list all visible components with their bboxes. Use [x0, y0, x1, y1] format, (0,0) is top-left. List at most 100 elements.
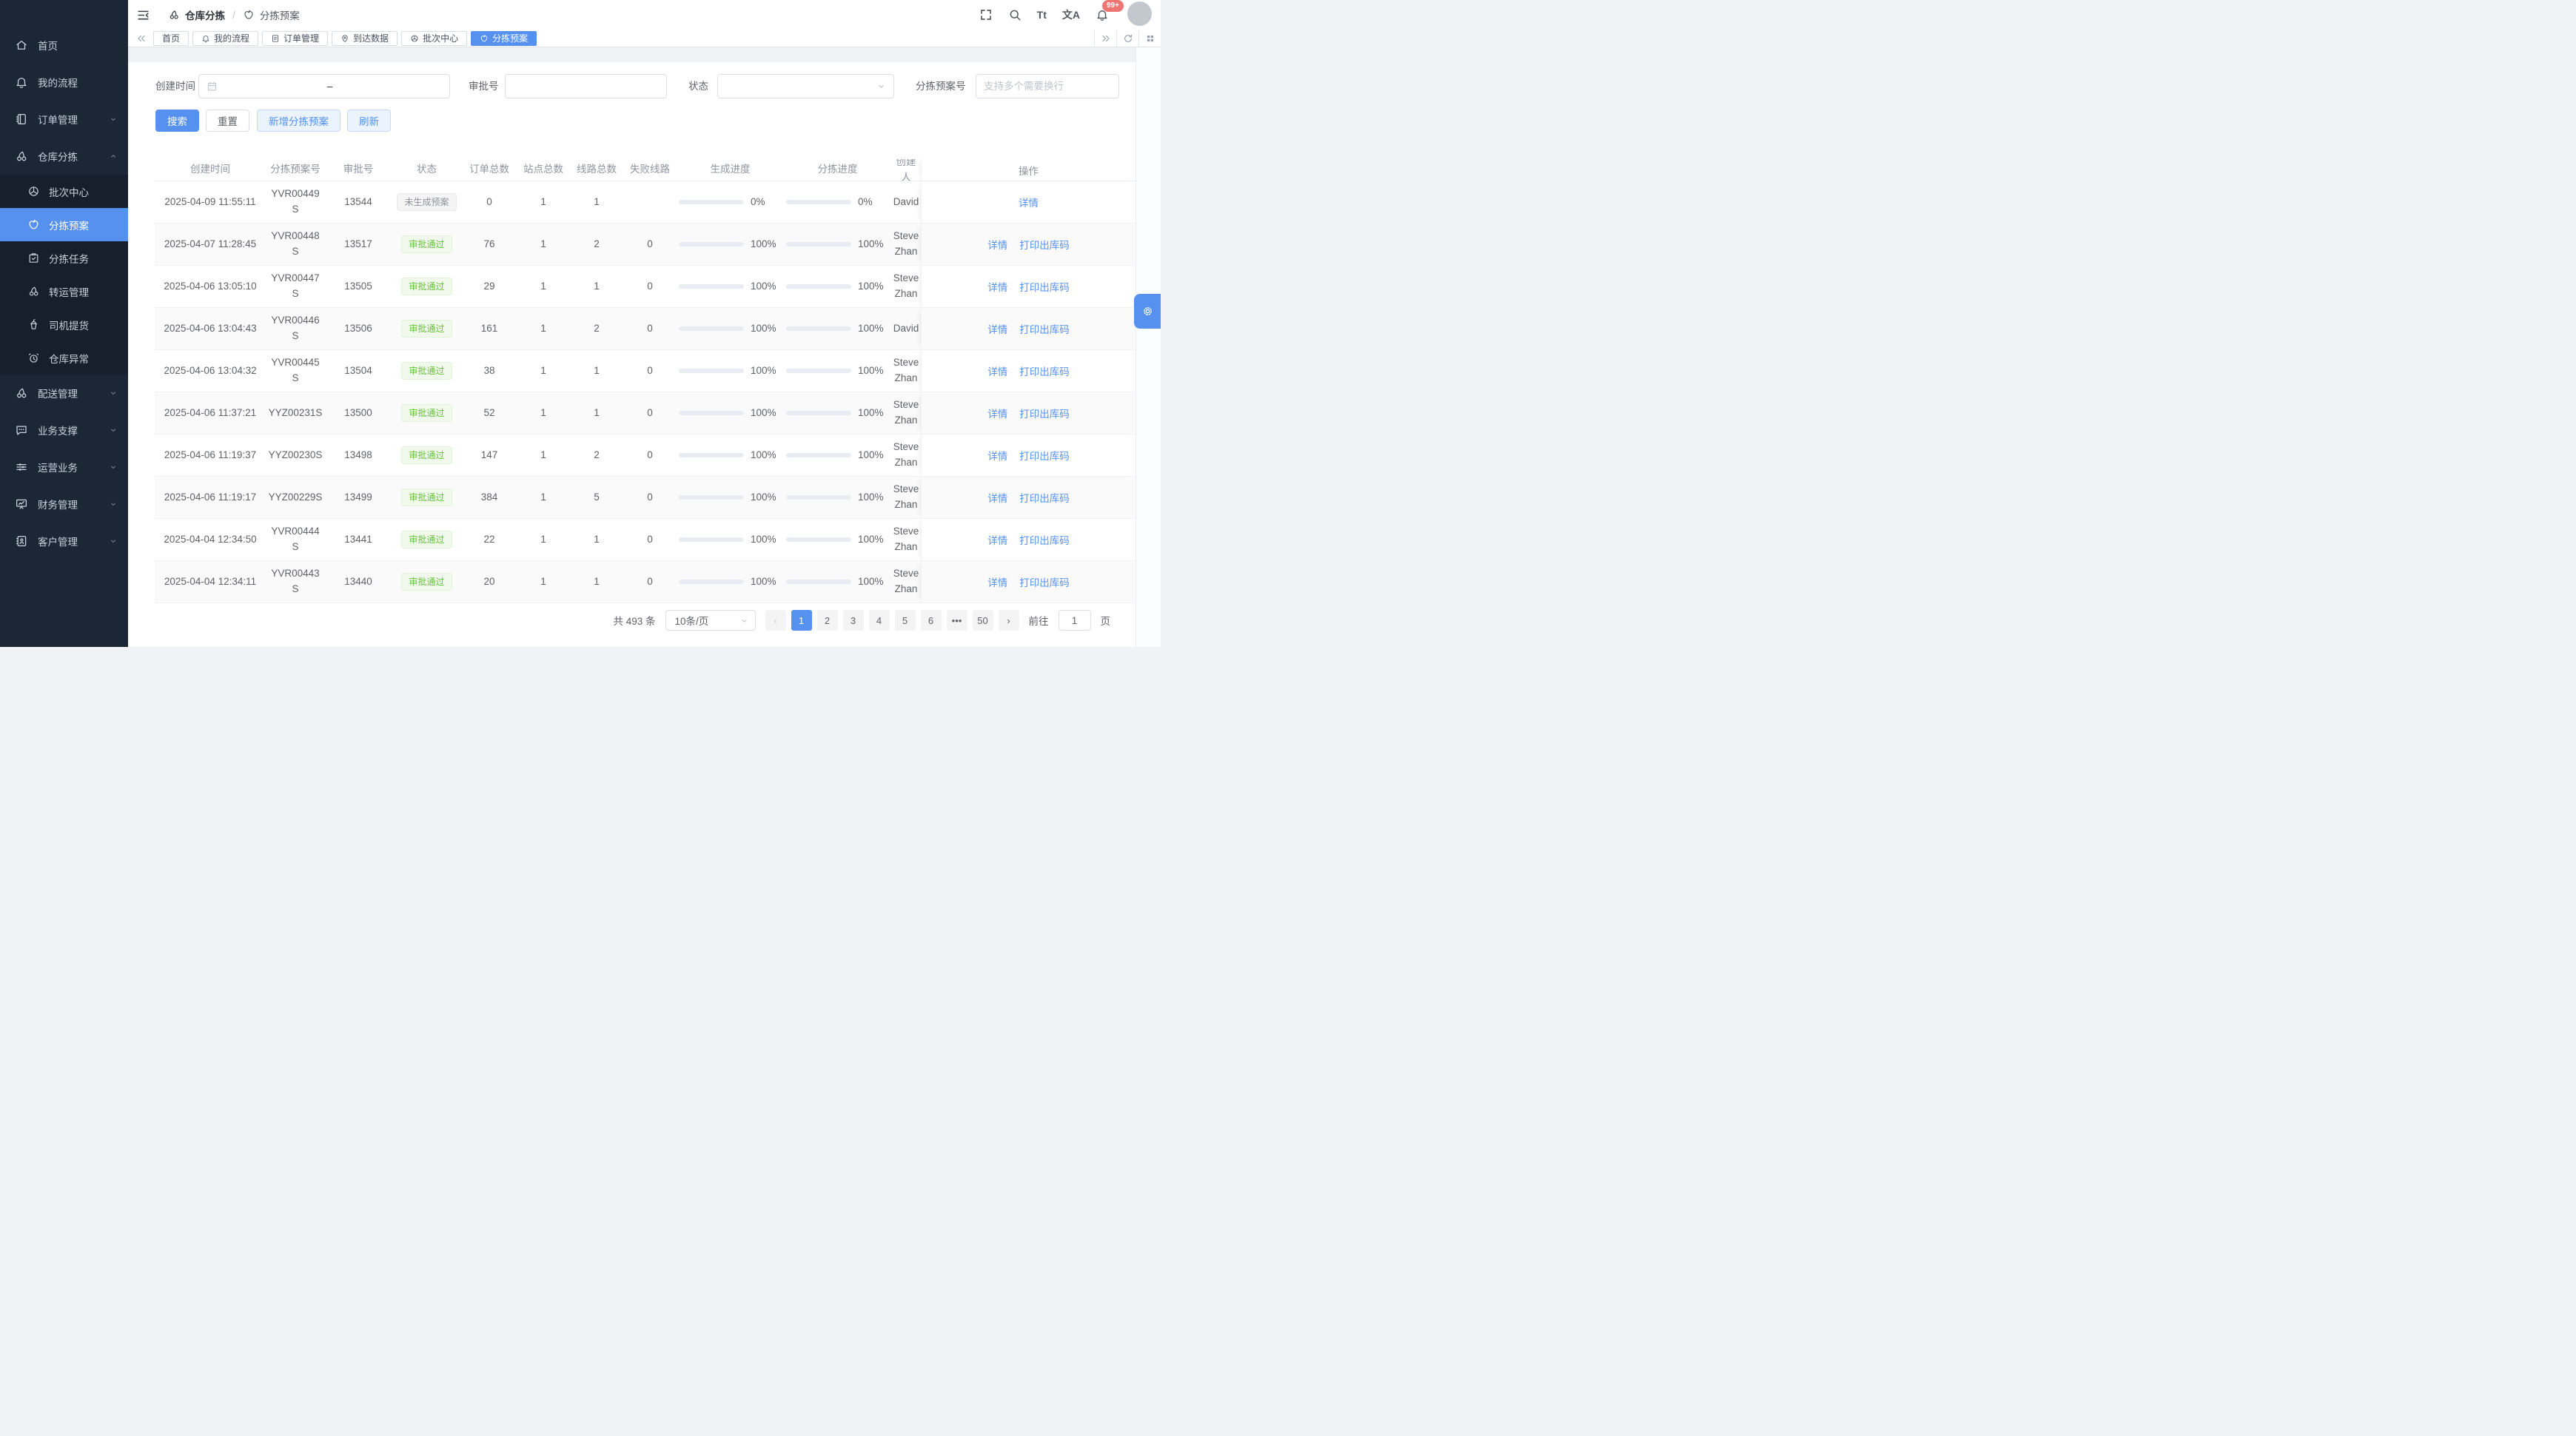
page-button-2[interactable]: 2 [817, 610, 838, 631]
sidebar-item-operations[interactable]: 运营业务 [0, 449, 128, 486]
sidebar-item-sorting-task[interactable]: 分拣任务 [0, 241, 128, 275]
tab-label: 订单管理 [284, 32, 319, 44]
table-row: 2025-04-04 12:34:11YVR00443S13440审批通过201… [155, 561, 1136, 603]
cell-created-time: 2025-04-06 13:04:43 [155, 308, 266, 349]
prev-page-button[interactable]: ‹ [765, 610, 786, 631]
cell-orders-total: 20 [462, 561, 517, 603]
progress-percent: 100% [858, 321, 884, 337]
gen-progress-bar [679, 495, 744, 500]
print-outbound-code-link[interactable]: 打印出库码 [1019, 321, 1070, 336]
translate-icon[interactable]: 文A [1062, 7, 1080, 22]
tabbar-utilities [1094, 30, 1161, 47]
cell-failed-routes: 0 [623, 224, 677, 265]
refresh-tab-icon[interactable] [1116, 30, 1138, 47]
tab-order-management[interactable]: 订单管理 [262, 31, 328, 46]
jump-page-input[interactable] [1059, 610, 1091, 631]
cell-created-time: 2025-04-06 13:04:32 [155, 350, 266, 392]
print-outbound-code-link[interactable]: 打印出库码 [1019, 490, 1070, 505]
print-outbound-code-link[interactable]: 打印出库码 [1019, 279, 1070, 294]
tab-home[interactable]: 首页 [153, 31, 189, 46]
tabs-scroll-left-icon[interactable] [136, 33, 147, 44]
progress-percent: 100% [858, 363, 884, 379]
page-button-6[interactable]: 6 [921, 610, 942, 631]
tab-options-grid-icon[interactable] [1138, 30, 1161, 47]
print-outbound-code-link[interactable]: 打印出库码 [1019, 532, 1070, 547]
detail-link[interactable]: 详情 [987, 574, 1007, 589]
page-button-3[interactable]: 3 [843, 610, 864, 631]
detail-link[interactable]: 详情 [987, 237, 1007, 252]
font-size-icon[interactable]: Tt [1037, 9, 1047, 21]
cell-approval-no: 13504 [325, 350, 392, 392]
settings-gear-button[interactable] [1134, 294, 1161, 329]
reset-button[interactable]: 重置 [206, 110, 249, 132]
sidebar-item-label: 批次中心 [49, 184, 89, 199]
breadcrumb-item[interactable]: 仓库分拣 [168, 7, 225, 22]
sidebar-item-transfer-management[interactable]: 转运管理 [0, 275, 128, 308]
print-outbound-code-link[interactable]: 打印出库码 [1019, 237, 1070, 252]
detail-link[interactable]: 详情 [987, 279, 1007, 294]
detail-link[interactable]: 详情 [987, 406, 1007, 420]
sidebar-item-order-management[interactable]: 订单管理 [0, 101, 128, 138]
column-header-stations-total: 站点总数 [517, 159, 570, 181]
page-button-1[interactable]: 1 [791, 610, 812, 631]
status-badge: 审批通过 [401, 489, 452, 506]
page-size-select[interactable]: 10条/页 [665, 610, 756, 631]
tab-arrival-data[interactable]: 到达数据 [332, 31, 398, 46]
tabs-scroll-right-icon[interactable] [1094, 30, 1116, 47]
sidebar-item-batch-center[interactable]: 批次中心 [0, 175, 128, 208]
sidebar-item-delivery-management[interactable]: 配送管理 [0, 375, 128, 412]
cell-failed-routes: 0 [623, 519, 677, 560]
sidebar-item-driver-pickup[interactable]: 司机提货 [0, 308, 128, 341]
cell-failed-routes: 0 [623, 561, 677, 603]
detail-link[interactable]: 详情 [1019, 195, 1039, 209]
sidebar-item-warehouse-exception[interactable]: 仓库异常 [0, 341, 128, 375]
scrollbar-gutter[interactable] [1136, 47, 1161, 647]
cell-creator: Steve Zhan [891, 350, 921, 392]
sidebar-item-warehouse-sorting[interactable]: 仓库分拣 [0, 138, 128, 175]
page-button-4[interactable]: 4 [869, 610, 890, 631]
gear-icon [1141, 305, 1154, 318]
cell-actions: 详情 [921, 181, 1136, 223]
cherries-icon [15, 386, 28, 400]
next-page-button[interactable]: › [999, 610, 1019, 631]
sidebar-item-home[interactable]: 首页 [0, 27, 128, 64]
refresh-button[interactable]: 刷新 [347, 110, 391, 132]
fullscreen-icon[interactable] [979, 8, 993, 21]
sidebar-item-my-flows[interactable]: 我的流程 [0, 64, 128, 101]
progress-percent: 100% [858, 279, 884, 295]
sidebar-item-business-support[interactable]: 业务支撑 [0, 412, 128, 449]
plan-no-input[interactable] [976, 75, 1118, 98]
tab-sorting-plan[interactable]: 分拣预案 [471, 31, 537, 46]
avatar[interactable] [1127, 1, 1152, 26]
search-icon[interactable] [1008, 8, 1022, 21]
add-plan-button[interactable]: 新增分拣预案 [257, 110, 341, 132]
sidebar-item-customer-management[interactable]: 客户管理 [0, 523, 128, 560]
search-button[interactable]: 搜索 [155, 110, 199, 132]
created-time-range-input[interactable]: – [198, 74, 450, 98]
menu-fold-icon[interactable] [136, 8, 150, 22]
page-button-50[interactable]: 50 [973, 610, 993, 631]
detail-link[interactable]: 详情 [987, 490, 1007, 505]
detail-link[interactable]: 详情 [987, 363, 1007, 378]
detail-link[interactable]: 详情 [987, 321, 1007, 336]
detail-link[interactable]: 详情 [987, 448, 1007, 463]
print-outbound-code-link[interactable]: 打印出库码 [1019, 448, 1070, 463]
sidebar-item-sorting-plan[interactable]: 分拣预案 [0, 208, 128, 241]
column-header-failed-routes: 失败线路 [623, 159, 677, 181]
progress-percent: 100% [751, 237, 777, 252]
sidebar-item-finance-management[interactable]: 财务管理 [0, 486, 128, 523]
cell-status: 审批通过 [392, 308, 462, 349]
page-button-ellipsisellipsisellipsis[interactable]: ••• [947, 610, 967, 631]
sliders-icon [15, 460, 28, 474]
approval-no-input[interactable] [506, 75, 666, 98]
print-outbound-code-link[interactable]: 打印出库码 [1019, 406, 1070, 420]
notifications-bell[interactable]: 99+ [1096, 8, 1109, 21]
chevron-down-icon [109, 500, 118, 509]
tab-batch-center[interactable]: 批次中心 [401, 31, 467, 46]
print-outbound-code-link[interactable]: 打印出库码 [1019, 363, 1070, 378]
status-select[interactable] [717, 74, 894, 98]
tab-my-flows[interactable]: 我的流程 [192, 31, 258, 46]
detail-link[interactable]: 详情 [987, 532, 1007, 547]
print-outbound-code-link[interactable]: 打印出库码 [1019, 574, 1070, 589]
page-button-5[interactable]: 5 [895, 610, 916, 631]
